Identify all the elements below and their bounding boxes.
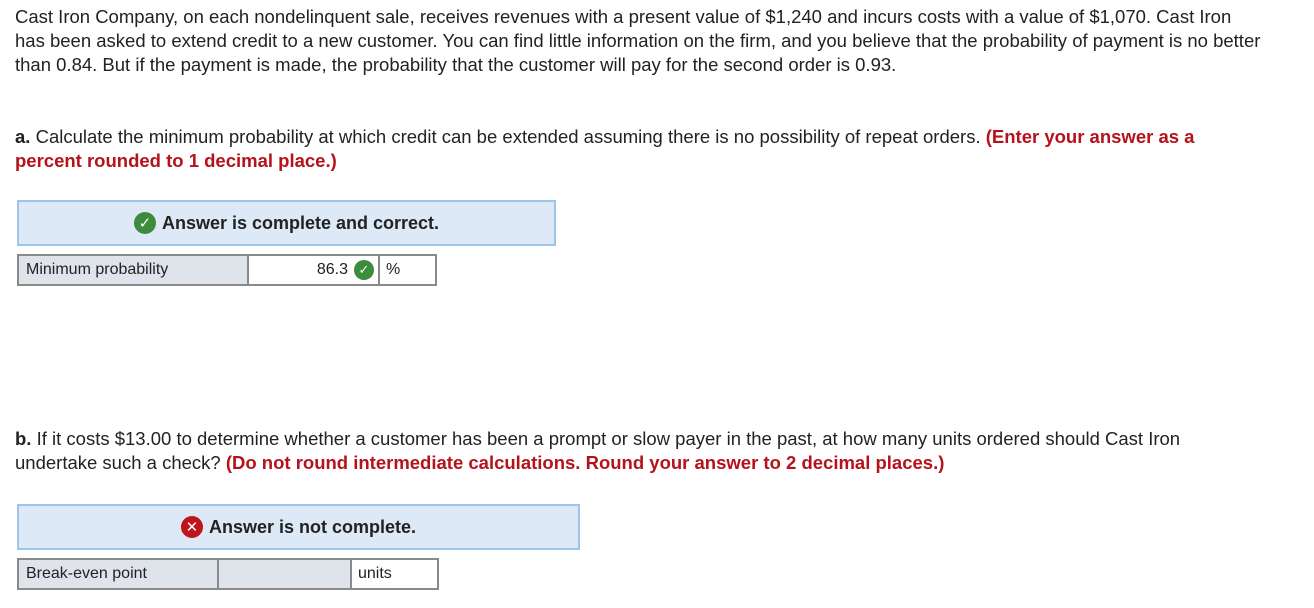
part-b-banner-text: Answer is not complete. [208, 516, 417, 537]
break-even-point-input[interactable] [219, 560, 352, 588]
part-a-answer-row: Minimum probability 86.3 ✓ % [17, 254, 437, 286]
minimum-probability-input[interactable]: 86.3 ✓ [249, 256, 380, 284]
part-b-answer-row: Break-even point units [17, 558, 439, 590]
part-a-banner-text: Answer is complete and correct. [161, 212, 440, 233]
percent-unit: % [380, 256, 435, 284]
check-circle-icon: ✓ [133, 212, 156, 234]
break-even-point-label: Break-even point [19, 560, 219, 588]
part-a-question: a. Calculate the minimum probability at … [15, 125, 1265, 173]
units-unit: units [352, 560, 437, 588]
x-circle-icon: ✕ [180, 516, 203, 538]
part-b-prefix: b. [15, 428, 32, 449]
minimum-probability-value: 86.3 [316, 261, 348, 278]
part-a-text: Calculate the minimum probability at whi… [30, 126, 986, 147]
part-a-prefix: a. [15, 126, 31, 147]
minimum-probability-label: Minimum probability [19, 256, 249, 284]
part-b-instruction: (Do not round intermediate calculations.… [225, 452, 945, 473]
problem-intro: Cast Iron Company, on each nondelinquent… [15, 6, 1261, 75]
check-circle-icon: ✓ [354, 260, 374, 280]
part-b-status-banner: ✕ Answer is not complete. [17, 504, 580, 550]
part-b-question: b. If it costs $13.00 to determine wheth… [15, 427, 1265, 475]
part-a-status-banner: ✓ Answer is complete and correct. [17, 200, 556, 246]
